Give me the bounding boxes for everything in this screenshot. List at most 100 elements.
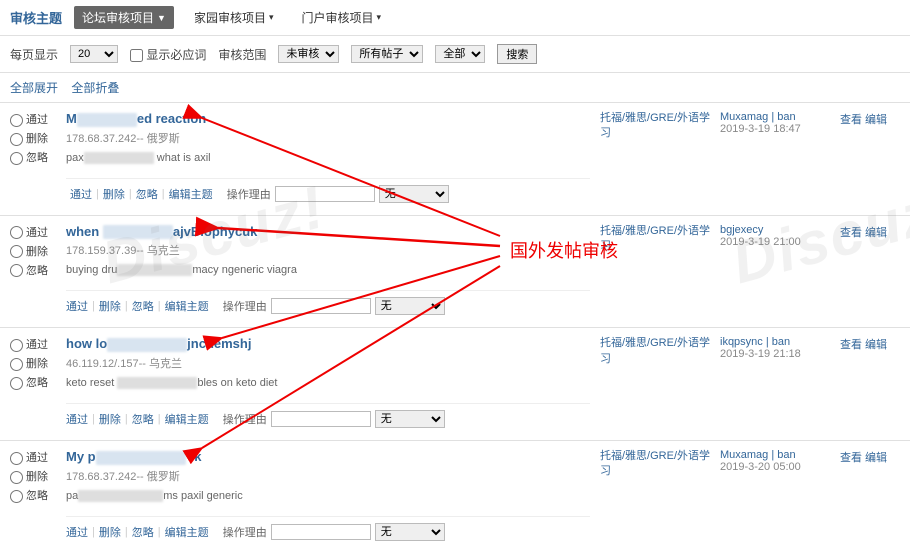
type-select[interactable]: 全部	[435, 45, 485, 63]
post-action-line: 通过| 删除| 忽略| 编辑主题 操作理由 无	[66, 403, 590, 428]
post-title[interactable]: how loxjnchemshj	[66, 336, 590, 352]
post-row: 通过 删除 忽略 when xajvBlophycuk 178.159.37.3…	[0, 215, 910, 328]
action-ignore[interactable]: 忽略	[132, 298, 154, 314]
action-pass[interactable]: 通过	[70, 186, 92, 202]
post-view-col: 查看编辑	[840, 111, 900, 203]
row-action-radios: 通过 删除 忽略	[10, 224, 66, 316]
show-review-checkbox[interactable]: 显示必应词	[130, 46, 206, 63]
post-snippet: buying druxmacy ngeneric viagra	[66, 264, 590, 276]
reason-input[interactable]	[271, 298, 371, 314]
post-ip: 178.68.37.242-- 俄罗斯	[66, 130, 590, 146]
reason-label: 操作理由	[227, 186, 271, 202]
reason-input[interactable]	[275, 186, 375, 202]
post-ip: 178.68.37.242-- 俄罗斯	[66, 468, 590, 484]
tab-forum[interactable]: 论坛审核项目 ▼	[74, 6, 174, 29]
post-ip: 46.119.12/.157-- 乌克兰	[66, 355, 590, 371]
radio-ignore[interactable]: 忽略	[10, 374, 66, 390]
tab-portal[interactable]: 门户审核项目▾	[294, 6, 390, 29]
perpage-select[interactable]: 20	[70, 45, 118, 63]
post-view-col: 查看编辑	[840, 336, 900, 428]
reason-label: 操作理由	[223, 411, 267, 427]
action-edit-topic[interactable]: 编辑主题	[165, 298, 209, 314]
post-user[interactable]: Muxamag | ban	[720, 111, 840, 123]
radio-pass[interactable]: 通过	[10, 224, 66, 240]
post-date: 2019-3-19 21:00	[720, 236, 840, 248]
post-view-col: 查看编辑	[840, 224, 900, 316]
post-user-col: ikqpsync | ban 2019-3-19 21:18	[720, 336, 840, 428]
scope-select[interactable]: 未审核	[278, 45, 339, 63]
post-user-col: Muxamag | ban 2019-3-19 18:47	[720, 111, 840, 203]
view-link[interactable]: 查看	[840, 452, 862, 464]
post-title[interactable]: Mxed reaction	[66, 111, 590, 127]
action-ignore[interactable]: 忽略	[132, 524, 154, 540]
post-category[interactable]: 托福/雅思/GRE/外语学习	[600, 111, 720, 203]
reason-select[interactable]: 无	[375, 410, 445, 428]
radio-ignore[interactable]: 忽略	[10, 487, 66, 503]
reason-select[interactable]: 无	[375, 297, 445, 315]
radio-delete[interactable]: 删除	[10, 243, 66, 259]
post-snippet: keto reset xbles on keto diet	[66, 377, 590, 389]
action-delete[interactable]: 删除	[99, 411, 121, 427]
radio-pass[interactable]: 通过	[10, 111, 66, 127]
post-user-col: bgjexecy 2019-3-19 21:00	[720, 224, 840, 316]
radio-pass[interactable]: 通过	[10, 336, 66, 352]
edit-link[interactable]: 编辑	[865, 227, 887, 239]
radio-delete[interactable]: 删除	[10, 355, 66, 371]
expand-bar: 全部展开 全部折叠	[0, 73, 910, 102]
reason-input[interactable]	[271, 524, 371, 540]
post-row: 通过 删除 忽略 how loxjnchemshj 46.119.12/.157…	[0, 327, 910, 440]
post-date: 2019-3-20 05:00	[720, 461, 840, 473]
view-link[interactable]: 查看	[840, 114, 862, 126]
reason-select[interactable]: 无	[375, 523, 445, 541]
edit-link[interactable]: 编辑	[865, 114, 887, 126]
post-user[interactable]: ikqpsync | ban	[720, 336, 840, 348]
post-user[interactable]: Muxamag | ban	[720, 449, 840, 461]
caret-icon: ▾	[269, 12, 274, 23]
view-link[interactable]: 查看	[840, 227, 862, 239]
action-ignore[interactable]: 忽略	[136, 186, 158, 202]
filter-bar: 每页显示 20 显示必应词 审核范围 未审核 所有帖子 全部 搜索	[0, 36, 910, 73]
action-ignore[interactable]: 忽略	[132, 411, 154, 427]
row-action-radios: 通过 删除 忽略	[10, 111, 66, 203]
post-action-line: 通过| 删除| 忽略| 编辑主题 操作理由 无	[66, 178, 590, 203]
radio-pass[interactable]: 通过	[10, 449, 66, 465]
edit-link[interactable]: 编辑	[865, 452, 887, 464]
reason-input[interactable]	[271, 411, 371, 427]
reason-label: 操作理由	[223, 298, 267, 314]
post-action-line: 通过| 删除| 忽略| 编辑主题 操作理由 无	[66, 516, 590, 541]
caret-icon: ▼	[157, 13, 166, 23]
post-row: 通过 删除 忽略 Mxed reaction 178.68.37.242-- 俄…	[0, 102, 910, 215]
poster-select[interactable]: 所有帖子	[351, 45, 423, 63]
radio-ignore[interactable]: 忽略	[10, 262, 66, 278]
action-delete[interactable]: 删除	[99, 298, 121, 314]
action-pass[interactable]: 通过	[66, 411, 88, 427]
scope-label: 审核范围	[218, 46, 266, 63]
action-delete[interactable]: 删除	[99, 524, 121, 540]
post-category[interactable]: 托福/雅思/GRE/外语学习	[600, 224, 720, 316]
search-button[interactable]: 搜索	[497, 44, 537, 64]
post-snippet: paxx what is axil	[66, 152, 590, 164]
edit-link[interactable]: 编辑	[865, 339, 887, 351]
page-title: 审核主题	[10, 8, 62, 27]
action-edit-topic[interactable]: 编辑主题	[169, 186, 213, 202]
radio-delete[interactable]: 删除	[10, 130, 66, 146]
action-pass[interactable]: 通过	[66, 298, 88, 314]
collapse-all-link[interactable]: 全部折叠	[71, 81, 119, 95]
expand-all-link[interactable]: 全部展开	[10, 81, 58, 95]
action-pass[interactable]: 通过	[66, 524, 88, 540]
post-title[interactable]: when xajvBlophycuk	[66, 224, 590, 240]
radio-delete[interactable]: 删除	[10, 468, 66, 484]
radio-ignore[interactable]: 忽略	[10, 149, 66, 165]
caret-icon: ▾	[377, 12, 382, 23]
post-action-line: 通过| 删除| 忽略| 编辑主题 操作理由 无	[66, 290, 590, 315]
action-edit-topic[interactable]: 编辑主题	[165, 524, 209, 540]
view-link[interactable]: 查看	[840, 339, 862, 351]
post-user[interactable]: bgjexecy	[720, 224, 840, 236]
tab-home[interactable]: 家园审核项目▾	[186, 6, 282, 29]
post-category[interactable]: 托福/雅思/GRE/外语学习	[600, 336, 720, 428]
action-edit-topic[interactable]: 编辑主题	[165, 411, 209, 427]
reason-select[interactable]: 无	[379, 185, 449, 203]
header-tabs: 审核主题 论坛审核项目 ▼ 家园审核项目▾ 门户审核项目▾	[0, 0, 910, 36]
post-title[interactable]: My px rk	[66, 449, 590, 465]
action-delete[interactable]: 删除	[103, 186, 125, 202]
